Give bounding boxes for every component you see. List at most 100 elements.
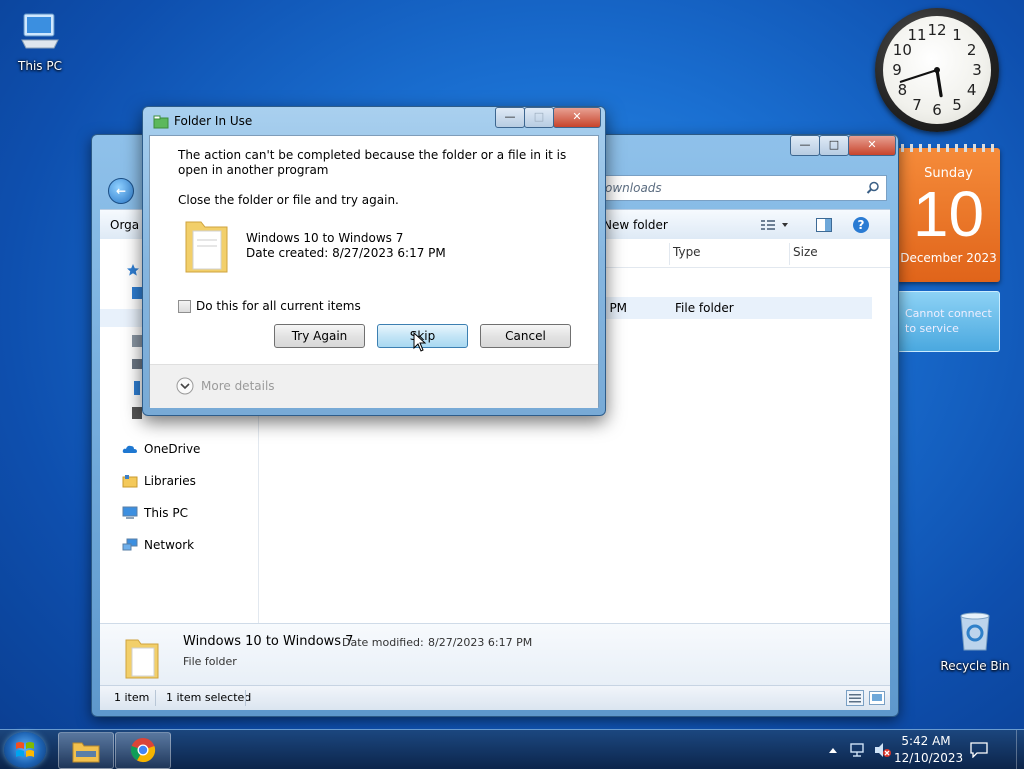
dialog-maximize-button: □ [524,107,554,128]
show-desktop-button[interactable] [1016,730,1024,769]
help-icon[interactable]: ? [852,216,870,234]
dialog-folder-icon [153,115,169,129]
item-folder-icon [185,221,228,273]
desktop-icon-recycle-bin[interactable]: Recycle Bin [935,608,1015,673]
view-options-icon[interactable] [760,218,790,232]
nav-item-label: This PC [144,506,188,520]
folder-icon [72,742,100,763]
minimize-button[interactable]: — [790,135,820,156]
show-hidden-icons-icon[interactable] [828,746,838,754]
network-status-icon[interactable] [850,742,870,758]
file-row-type: File folder [675,301,734,315]
status-selected: 1 item selected [166,691,252,704]
details-name: Windows 10 to Windows 7 [183,634,354,649]
column-separator [789,243,790,265]
nav-item-network[interactable]: Network [122,535,194,555]
search-icon[interactable] [866,181,880,195]
folder-icon [125,639,159,679]
more-details-area: More details [150,364,598,408]
dialog-instruction: Close the folder or file and try again. [178,193,399,207]
nav-item-label: OneDrive [144,442,201,456]
calendar-day: 10 [912,178,985,250]
desktop-icon-this-pc[interactable]: This PC [0,10,80,73]
clock-hands [899,67,943,98]
clock-gadget[interactable]: 12 1 2 3 4 5 6 7 8 9 10 11 [875,8,999,132]
close-button[interactable]: ✕ [848,135,896,156]
cancel-button[interactable]: Cancel [480,324,571,348]
dialog-body: The action can't be completed because th… [149,135,599,408]
address-bar[interactable]: ownloads [590,175,887,201]
taskbar: 5:42 AM 12/10/2023 [0,729,1024,769]
nav-item-label: Network [144,538,195,552]
organize-button[interactable]: Orga [110,218,139,232]
onedrive-icon [122,445,137,453]
details-kind: File folder [183,655,237,668]
status-bar: 1 item 1 item selected [100,685,890,710]
nav-item-this-pc[interactable]: This PC [122,503,188,523]
chevron-down-icon[interactable] [176,377,194,395]
desktop-nav-icon[interactable] [132,287,142,299]
taskbar-file-explorer[interactable] [58,732,114,769]
new-folder-button[interactable]: New folder [603,218,668,232]
computer-icon [21,13,59,49]
desktop-icon-label: This PC [18,59,62,73]
details-date-label: Date modified: [342,636,424,649]
taskbar-chrome[interactable] [115,732,171,769]
maximize-button[interactable]: □ [819,135,849,156]
dialog-title: Folder In Use [174,114,253,128]
back-button[interactable]: ← [108,178,134,204]
weather-gadget[interactable]: Cannot connect to service [897,291,1000,352]
music-nav-icon[interactable] [134,381,140,395]
dialog-message: The action can't be completed because th… [178,148,567,177]
weather-message: Cannot connect to service [905,307,992,335]
pictures-nav-icon[interactable] [132,359,142,369]
windows-logo-icon [16,742,34,757]
item-date-created: Date created: 8/27/2023 6:17 PM [246,246,446,260]
nav-item-libraries[interactable]: Libraries [122,471,196,491]
chrome-icon [130,738,156,763]
calendar-month-year: December 2023 [900,251,997,265]
large-icons-view-icon[interactable] [869,691,885,705]
nav-item-label: Libraries [144,474,196,488]
address-text: ownloads [605,181,662,195]
column-header-size[interactable]: Size [793,245,818,259]
dialog-close-button[interactable]: ✕ [553,107,601,128]
status-item-count: 1 item [114,691,150,704]
status-separator [155,690,156,706]
item-name: Windows 10 to Windows 7 [246,231,404,245]
folder-in-use-dialog[interactable]: Folder In Use — □ ✕ The action can't be … [142,106,606,416]
start-button[interactable] [4,732,46,768]
network-icon [122,538,138,551]
action-center-icon[interactable] [970,742,988,758]
status-separator [245,690,246,706]
clock-center [934,67,940,73]
svg-text:?: ? [858,218,865,232]
column-separator [669,243,670,265]
tray-date[interactable]: 12/10/2023 [894,751,963,765]
apply-all-checkbox-label[interactable]: Do this for all current items [196,299,361,313]
preview-pane-icon[interactable] [816,218,832,232]
tray-time[interactable]: 5:42 AM [898,734,954,748]
videos-nav-icon[interactable] [132,407,142,419]
clock-hour-hand [935,68,943,98]
recycle-bin-icon [960,612,990,651]
calendar-gadget[interactable]: Sunday 10 December 2023 [897,144,1000,282]
volume-muted-icon[interactable] [874,742,892,758]
apply-all-checkbox[interactable] [178,300,191,313]
clock-minute-hand [899,68,939,83]
try-again-button[interactable]: Try Again [274,324,365,348]
desktop-icon-label: Recycle Bin [940,659,1010,673]
this-pc-icon [122,506,138,519]
quick-access-star-icon[interactable] [126,263,140,277]
mouse-cursor-icon [413,332,427,352]
nav-item-onedrive[interactable]: OneDrive [122,439,200,459]
details-view-icon[interactable] [846,690,864,706]
details-date-value: 8/27/2023 6:17 PM [428,636,533,649]
column-header-type[interactable]: Type [673,245,701,259]
dialog-minimize-button[interactable]: — [495,107,525,128]
clock-face: 12 1 2 3 4 5 6 7 8 9 10 11 [883,16,991,124]
more-details-link[interactable]: More details [201,379,275,393]
details-pane: Windows 10 to Windows 7 Date modified: 8… [100,623,890,686]
libraries-icon [122,475,138,488]
documents-nav-icon[interactable] [132,335,142,347]
